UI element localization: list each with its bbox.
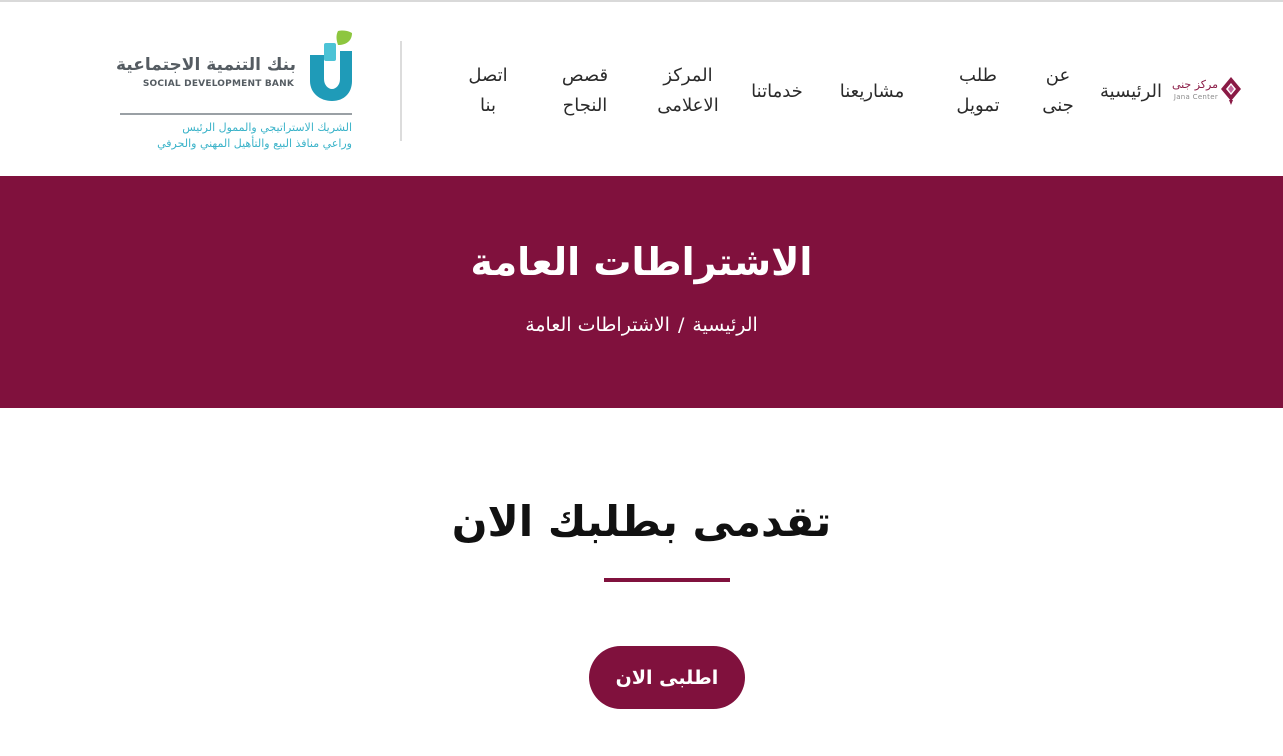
sdb-logo-icon: [310, 30, 352, 101]
sdb-tagline-2: وراعي منافذ البيع والتأهيل المهني والحرف…: [157, 137, 352, 150]
nav-about[interactable]: عن جنى: [1036, 61, 1080, 121]
nav-contact-label: اتصل بنا: [468, 65, 508, 116]
sdb-tagline-1: الشريك الاستراتيجي والممول الرئيس: [182, 121, 352, 134]
apply-section-title: تقدمى بطلبك الان: [451, 497, 832, 546]
page-title: الاشتراطات العامة: [470, 240, 813, 284]
header-divider: [400, 41, 402, 141]
sdb-name-arabic: بنك التنمية الاجتماعية: [115, 55, 296, 75]
nav-request-finance-label: طلب تمويل: [956, 65, 1000, 116]
social-development-bank-logo: بنك التنمية الاجتماعية SOCIAL DEVELOPMEN…: [115, 27, 354, 155]
nav-success-stories[interactable]: قصص النجاح: [550, 61, 620, 121]
breadcrumb-separator: /: [677, 314, 685, 336]
nav-media-center-label: المركز الاعلامى: [657, 65, 719, 116]
breadcrumb: الرئيسية / الاشتراطات العامة: [0, 314, 1283, 336]
breadcrumb-home-link[interactable]: الرئيسية: [692, 314, 757, 336]
nav-request-finance[interactable]: طلب تمويل: [946, 61, 1010, 121]
sdb-name-english: SOCIAL DEVELOPMENT BANK: [142, 79, 294, 89]
nav-media-center[interactable]: المركز الاعلامى: [648, 61, 728, 121]
jana-center-logo[interactable]: مركز جنى Jana Center: [1172, 76, 1244, 112]
nav-contact[interactable]: اتصل بنا: [460, 61, 516, 121]
jana-logo-arabic: مركز جنى: [1171, 78, 1218, 91]
apply-now-button[interactable]: اطلبى الان: [589, 646, 745, 709]
nav-home[interactable]: الرئيسية: [1094, 77, 1168, 107]
site-header: مركز جنى Jana Center الرئيسية عن جنى طلب…: [0, 5, 1283, 176]
jana-diamond-icon: [1221, 77, 1241, 105]
page-hero-banner: الاشتراطات العامة الرئيسية / الاشتراطات ال…: [0, 176, 1283, 408]
nav-about-label: عن جنى: [1042, 65, 1074, 116]
nav-success-stories-label: قصص النجاح: [561, 65, 609, 116]
breadcrumb-current: الاشتراطات العامة: [525, 314, 670, 336]
jana-logo-english: Jana Center: [1173, 93, 1218, 101]
nav-projects[interactable]: مشاريعنا: [828, 77, 916, 107]
section-title-underline: [604, 578, 730, 582]
sdb-divider: [120, 113, 352, 115]
nav-services[interactable]: خدماتنا: [744, 77, 810, 107]
